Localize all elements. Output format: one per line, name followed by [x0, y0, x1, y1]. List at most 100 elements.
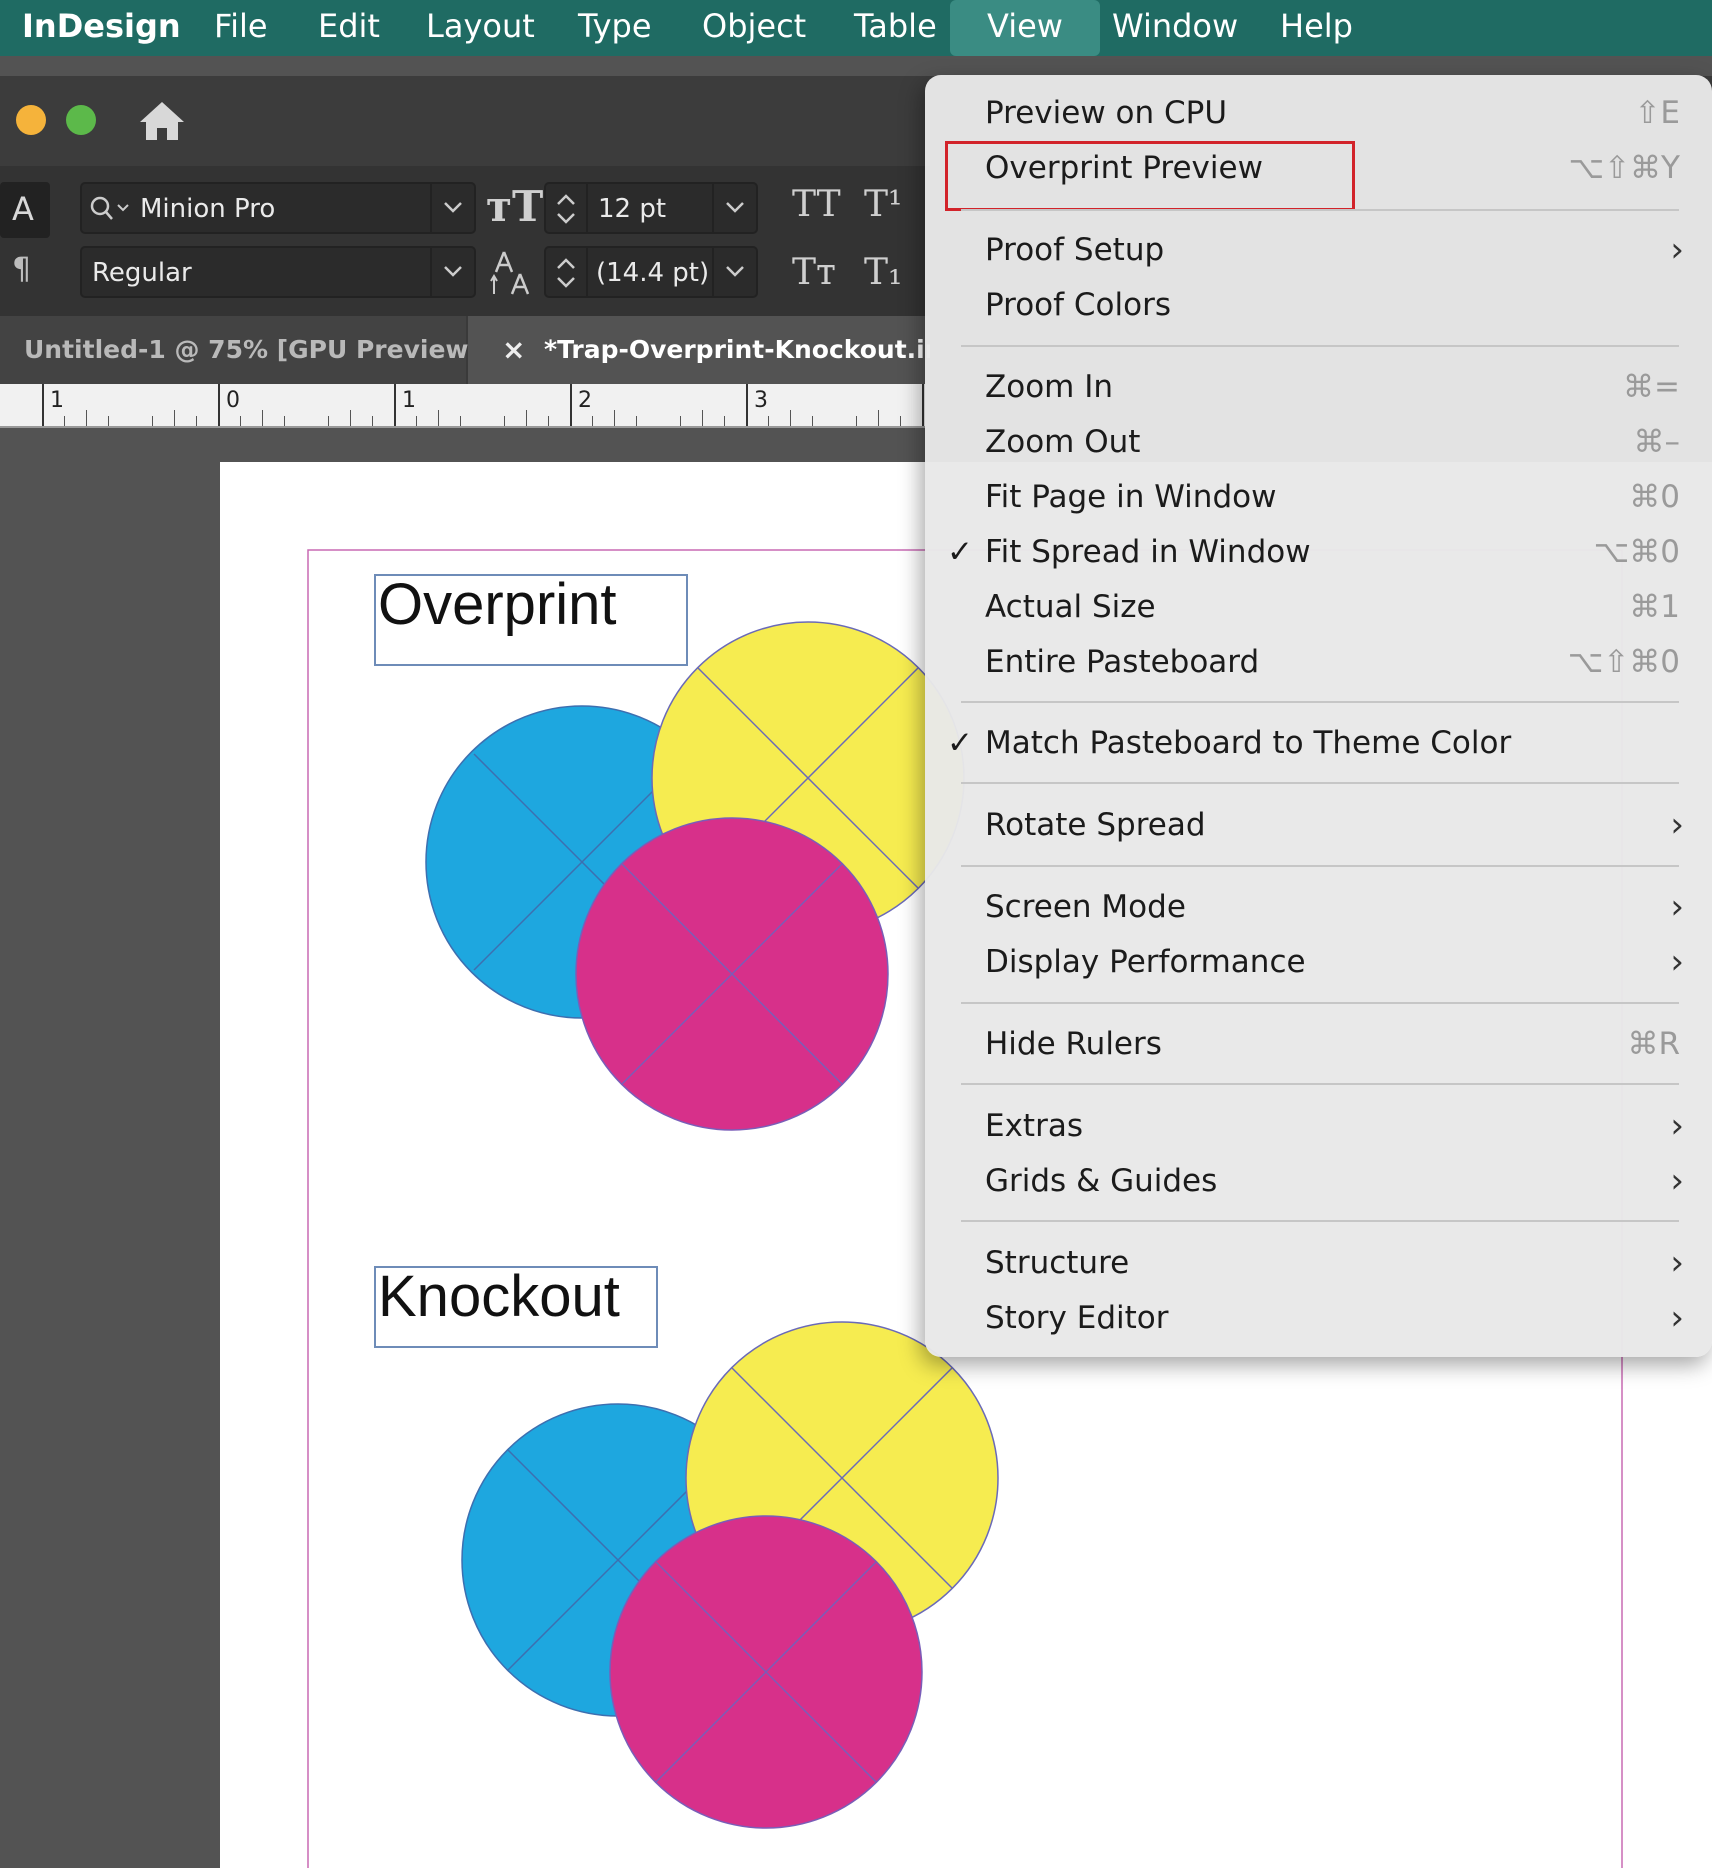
font-style-value: Regular — [92, 258, 192, 288]
app-menu[interactable]: InDesign — [18, 0, 185, 56]
overprint-label: Overprint — [378, 572, 617, 637]
menu-item-rotate-spread[interactable]: Rotate Spread › — [925, 803, 1712, 853]
menu-edit[interactable]: Edit — [314, 0, 384, 56]
paragraph-mode-icon[interactable]: ¶ — [12, 252, 31, 287]
superscript-button[interactable]: T¹ — [864, 184, 902, 225]
menu-item-actual-size[interactable]: Actual Size ⌘1 — [925, 585, 1712, 635]
menu-item-display-performance[interactable]: Display Performance › — [925, 940, 1712, 990]
menu-separator — [961, 209, 1679, 211]
ruler-tick — [636, 416, 637, 426]
stepper-icon[interactable] — [552, 254, 580, 292]
character-mode-button[interactable]: A — [0, 182, 50, 238]
ruler-tick — [372, 416, 373, 426]
ruler-label: 0 — [226, 388, 240, 413]
shortcut: ⌘0 — [1629, 479, 1680, 515]
shortcut: ⌘R — [1627, 1026, 1680, 1062]
ruler-tick — [350, 410, 351, 426]
menu-bar: InDesign File Edit Layout Type Object Ta… — [0, 0, 1712, 56]
horizontal-ruler[interactable]: 1 0 1 2 3 — [0, 384, 925, 428]
font-family-dropdown[interactable] — [430, 184, 474, 232]
ruler-tick — [614, 410, 615, 426]
font-style-field[interactable]: Regular — [80, 246, 476, 298]
menu-file[interactable]: File — [210, 0, 272, 56]
ruler-tick — [262, 410, 263, 426]
home-icon[interactable] — [138, 100, 186, 142]
font-size-field[interactable]: 12 pt — [544, 182, 758, 234]
shortcut: ⌥⇧⌘Y — [1568, 150, 1680, 186]
menu-separator — [961, 782, 1679, 784]
menu-separator — [961, 701, 1679, 703]
ruler-tick — [724, 416, 725, 426]
menu-item-extras[interactable]: Extras › — [925, 1104, 1712, 1154]
ruler-tick — [768, 416, 769, 426]
tab-trap-overprint-knockout[interactable]: × *Trap-Overprint-Knockout.in — [468, 316, 930, 384]
menu-item-fit-page-in-window[interactable]: Fit Page in Window ⌘0 — [925, 475, 1712, 525]
subscript-button[interactable]: T₁ — [864, 252, 902, 293]
menu-item-fit-spread-in-window[interactable]: ✓ Fit Spread in Window ⌥⌘0 — [925, 530, 1712, 580]
ruler-tick — [680, 416, 681, 426]
window-zoom-button[interactable] — [66, 105, 96, 135]
character-controls-row1: A Minion Pro тT 12 pt TT T¹ — [0, 180, 930, 244]
menu-layout[interactable]: Layout — [422, 0, 539, 56]
ruler-tick — [174, 410, 175, 426]
shortcut: ⇧E — [1634, 95, 1680, 131]
chevron-down-icon — [444, 266, 462, 277]
menu-type[interactable]: Type — [574, 0, 656, 56]
chevron-down-icon — [726, 202, 744, 213]
stepper-icon[interactable] — [552, 190, 580, 228]
menu-help[interactable]: Help — [1276, 0, 1357, 56]
checkmark-icon: ✓ — [947, 534, 973, 570]
menu-item-zoom-out[interactable]: Zoom Out ⌘– — [925, 420, 1712, 470]
knockout-text-frame[interactable]: Knockout — [374, 1266, 658, 1348]
menu-item-structure[interactable]: Structure › — [925, 1241, 1712, 1291]
menu-item-zoom-in[interactable]: Zoom In ⌘= — [925, 365, 1712, 415]
menu-view[interactable]: View — [950, 0, 1100, 56]
ruler-tick — [856, 416, 857, 426]
ruler-tick — [592, 416, 593, 426]
font-size-dropdown[interactable] — [712, 184, 756, 232]
leading-dropdown[interactable] — [712, 248, 756, 296]
menu-window[interactable]: Window — [1108, 0, 1242, 56]
menu-item-story-editor[interactable]: Story Editor › — [925, 1296, 1712, 1346]
submenu-arrow-icon: › — [1670, 1106, 1684, 1146]
overprint-preview-highlight — [945, 141, 1355, 211]
menu-item-entire-pasteboard[interactable]: Entire Pasteboard ⌥⇧⌘0 — [925, 640, 1712, 690]
menu-separator — [961, 1083, 1679, 1085]
font-style-dropdown[interactable] — [430, 248, 474, 296]
tab-untitled-label: Untitled-1 @ 75% [GPU Preview] — [24, 335, 480, 364]
submenu-arrow-icon: › — [1670, 1243, 1684, 1283]
ruler-tick — [504, 416, 505, 426]
overprint-text-frame[interactable]: Overprint — [374, 574, 688, 666]
ruler-label: 2 — [578, 388, 592, 413]
shortcut: ⌘1 — [1629, 589, 1680, 625]
chevron-down-icon — [726, 266, 744, 277]
tab-close-icon[interactable]: × — [502, 316, 525, 384]
checkmark-icon: ✓ — [947, 725, 973, 761]
window-minimize-button[interactable] — [16, 105, 46, 135]
ruler-tick — [812, 416, 813, 426]
tab-untitled[interactable]: Untitled-1 @ 75% [GPU Preview] — [0, 316, 480, 384]
ruler-tick — [878, 410, 879, 426]
ruler-tick — [64, 416, 65, 426]
menu-item-proof-colors[interactable]: Proof Colors — [925, 283, 1712, 333]
menu-item-hide-rulers[interactable]: Hide Rulers ⌘R — [925, 1022, 1712, 1072]
overprint-circles[interactable] — [425, 621, 965, 1131]
ruler-tick — [702, 410, 703, 426]
all-caps-button[interactable]: TT — [792, 184, 841, 225]
menu-item-proof-setup[interactable]: Proof Setup › — [925, 228, 1712, 278]
menu-object[interactable]: Object — [698, 0, 810, 56]
leading-field[interactable]: (14.4 pt) — [544, 246, 758, 298]
menu-item-match-pasteboard[interactable]: ✓ Match Pasteboard to Theme Color — [925, 721, 1712, 771]
small-caps-button[interactable]: Tт — [792, 252, 836, 293]
menu-separator — [961, 1220, 1679, 1222]
menu-item-grids-guides[interactable]: Grids & Guides › — [925, 1159, 1712, 1209]
knockout-circles[interactable] — [461, 1321, 999, 1829]
ruler-label: 1 — [50, 388, 64, 413]
tab-trap-label: *Trap-Overprint-Knockout.in — [544, 335, 930, 364]
menu-item-screen-mode[interactable]: Screen Mode › — [925, 885, 1712, 935]
ruler-tick — [548, 416, 549, 426]
font-family-field[interactable]: Minion Pro — [80, 182, 476, 234]
menu-item-preview-on-cpu[interactable]: Preview on CPU ⇧E — [925, 91, 1712, 141]
menu-table[interactable]: Table — [850, 0, 941, 56]
character-controls-row2: ¶ Regular (14.4 pt) Tт T₁ — [0, 246, 930, 310]
